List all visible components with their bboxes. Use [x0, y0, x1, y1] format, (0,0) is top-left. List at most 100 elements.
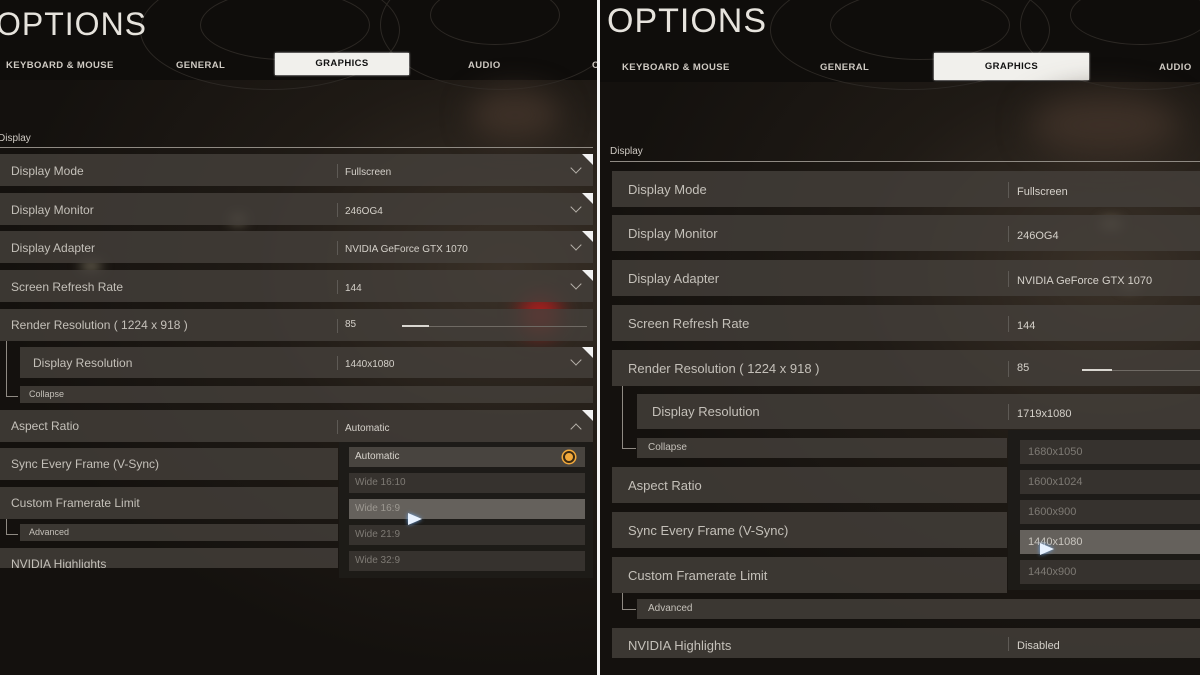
row-label: Display Resolution: [33, 356, 133, 370]
tab-general[interactable]: GENERAL: [176, 60, 225, 71]
row-label: Screen Refresh Rate: [11, 280, 124, 294]
row-vsync[interactable]: Sync Every Frame (V-Sync): [612, 512, 1007, 548]
row-label: Aspect Ratio: [628, 478, 702, 493]
display-resolution-dropdown: 1680x1050 1600x1024 1600x900 1440x1080 1…: [1008, 430, 1200, 590]
row-label: Render Resolution ( 1224 x 918 ): [11, 318, 188, 332]
row-label: Display Adapter: [628, 271, 720, 286]
dropdown-option[interactable]: 1600x900: [1020, 500, 1200, 524]
advanced-button[interactable]: Advanced: [20, 524, 338, 541]
render-resolution-slider[interactable]: [402, 326, 587, 327]
row-display-adapter[interactable]: Display Adapter NVIDIA GeForce GTX 1070: [612, 260, 1200, 296]
row-label: Display Resolution: [652, 404, 760, 419]
row-value: 1719x1080: [1017, 408, 1072, 420]
chevron-down-icon: [570, 278, 582, 290]
row-nvidia-highlights[interactable]: NVIDIA Highlights: [0, 548, 338, 568]
corner-marker: [582, 347, 593, 358]
row-label: Sync Every Frame (V-Sync): [11, 457, 160, 471]
tab-general[interactable]: GENERAL: [820, 62, 869, 73]
row-label: Custom Framerate Limit: [11, 496, 140, 510]
radio-selected-icon: [563, 451, 575, 463]
chevron-down-icon: [570, 201, 582, 213]
slider-fill: [1082, 369, 1112, 371]
section-display-label: Display: [0, 133, 31, 144]
row-label: Aspect Ratio: [11, 419, 80, 433]
dropdown-option[interactable]: Wide 32:9: [349, 551, 585, 571]
row-display-monitor[interactable]: Display Monitor 246OG4: [0, 193, 593, 225]
row-custom-framerate-limit[interactable]: Custom Framerate Limit: [0, 487, 338, 519]
corner-marker: [582, 193, 593, 204]
corner-marker: [582, 270, 593, 281]
section-divider: [0, 147, 593, 148]
row-value: NVIDIA GeForce GTX 1070: [1017, 275, 1153, 287]
row-display-resolution[interactable]: Display Resolution 1719x1080: [637, 394, 1200, 429]
row-value: Fullscreen: [345, 167, 392, 178]
dropdown-option[interactable]: Wide 16:10: [349, 473, 585, 493]
dropdown-option-hovered[interactable]: Wide 16:9: [349, 499, 585, 519]
row-label: Display Mode: [628, 182, 707, 197]
row-value: 144: [1017, 320, 1036, 332]
cursor-arrow-icon: [408, 513, 422, 525]
tab-graphics[interactable]: GRAPHICS: [275, 53, 409, 75]
row-screen-refresh-rate[interactable]: Screen Refresh Rate 144: [612, 305, 1200, 341]
row-display-mode[interactable]: Display Mode Fullscreen: [0, 154, 593, 186]
chevron-down-icon: [570, 162, 582, 174]
tab-keyboard-mouse[interactable]: KEYBOARD & MOUSE: [622, 62, 730, 73]
row-display-monitor[interactable]: Display Monitor 246OG4: [612, 215, 1200, 251]
corner-marker: [582, 154, 593, 165]
dropdown-option[interactable]: 1680x1050: [1020, 440, 1200, 464]
collapse-button[interactable]: Collapse: [20, 386, 593, 403]
row-nvidia-highlights[interactable]: NVIDIA Highlights Disabled: [612, 628, 1200, 658]
chevron-up-icon: [570, 423, 582, 435]
advanced-label: Advanced: [29, 527, 70, 537]
section-display-label: Display: [610, 146, 643, 157]
row-vsync[interactable]: Sync Every Frame (V-Sync): [0, 448, 338, 480]
tab-keyboard-mouse[interactable]: KEYBOARD & MOUSE: [6, 60, 114, 71]
row-display-mode[interactable]: Display Mode Fullscreen: [612, 171, 1200, 207]
row-label: Sync Every Frame (V-Sync): [628, 523, 789, 538]
row-label: Screen Refresh Rate: [628, 316, 750, 331]
advanced-button[interactable]: Advanced: [637, 599, 1200, 619]
row-render-resolution[interactable]: Render Resolution ( 1224 x 918 ) 85: [0, 309, 593, 341]
row-value: 246OG4: [1017, 230, 1059, 242]
advanced-label: Advanced: [648, 603, 693, 614]
collapse-label: Collapse: [29, 389, 65, 399]
row-label: Display Monitor: [628, 226, 718, 241]
row-label: Display Monitor: [11, 203, 94, 217]
row-value: 85: [345, 319, 357, 330]
collapse-button[interactable]: Collapse: [637, 438, 1007, 458]
dropdown-option-automatic[interactable]: Automatic: [349, 447, 585, 467]
row-label: NVIDIA Highlights: [628, 638, 732, 653]
cursor-arrow-icon: [1040, 543, 1054, 555]
page-title: OPTIONS: [607, 2, 768, 40]
row-value: 246OG4: [345, 206, 383, 217]
dropdown-option[interactable]: 1440x900: [1020, 560, 1200, 584]
row-aspect-ratio[interactable]: Aspect Ratio: [612, 467, 1007, 503]
dropdown-option[interactable]: Wide 21:9: [349, 525, 585, 545]
row-custom-framerate-limit[interactable]: Custom Framerate Limit: [612, 557, 1007, 593]
corner-marker: [582, 410, 593, 421]
chevron-down-icon: [570, 239, 582, 251]
page-title: OPTIONS: [0, 6, 148, 42]
options-screen-left: OPTIONS KEYBOARD & MOUSE GENERAL GRAPHIC…: [0, 0, 597, 675]
section-divider: [610, 161, 1200, 162]
row-display-resolution[interactable]: Display Resolution 1440x1080: [20, 347, 593, 378]
chevron-down-icon: [570, 354, 582, 366]
row-render-resolution[interactable]: Render Resolution ( 1224 x 918 ) 85: [612, 350, 1200, 386]
slider-fill: [402, 325, 429, 327]
row-value: 1440x1080: [345, 359, 395, 370]
aspect-ratio-dropdown: Automatic Wide 16:10 Wide 16:9 Wide 21:9…: [339, 442, 593, 578]
tab-audio[interactable]: AUDIO: [1159, 62, 1192, 73]
tab-audio[interactable]: AUDIO: [468, 60, 501, 71]
row-value: 85: [1017, 362, 1030, 374]
row-label: Display Mode: [11, 164, 84, 178]
row-aspect-ratio[interactable]: Aspect Ratio Automatic: [0, 410, 593, 442]
row-value: Automatic: [345, 423, 390, 434]
row-display-adapter[interactable]: Display Adapter NVIDIA GeForce GTX 1070: [0, 231, 593, 263]
row-value: NVIDIA GeForce GTX 1070: [345, 244, 468, 255]
tab-graphics[interactable]: GRAPHICS: [934, 53, 1089, 80]
row-value: Disabled: [1017, 640, 1060, 652]
row-screen-refresh-rate[interactable]: Screen Refresh Rate 144: [0, 270, 593, 302]
row-value: Fullscreen: [1017, 186, 1068, 198]
row-label: Display Adapter: [11, 241, 96, 255]
dropdown-option[interactable]: 1600x1024: [1020, 470, 1200, 494]
